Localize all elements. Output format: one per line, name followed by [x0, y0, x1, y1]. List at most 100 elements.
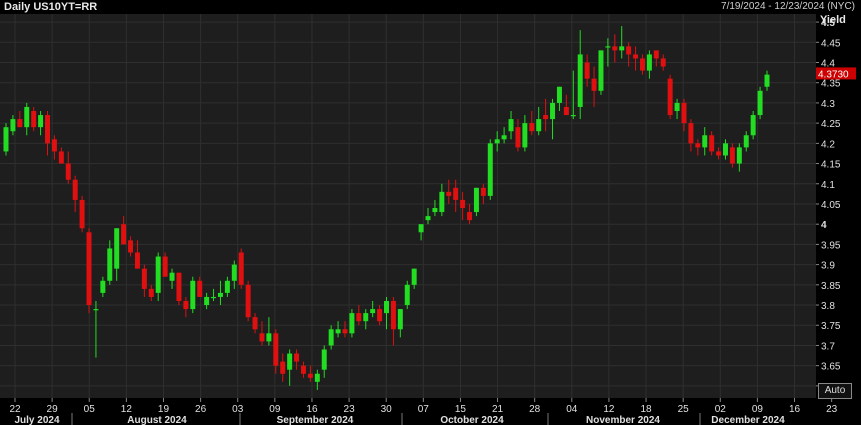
y-tick-label: 4.05	[821, 200, 841, 211]
candle-body	[328, 329, 334, 346]
chart-title: Daily US10YT=RR	[4, 1, 98, 13]
candle-body	[501, 135, 507, 140]
x-tick-label: 30	[381, 404, 393, 415]
candle-body	[619, 46, 625, 51]
candle-body	[128, 240, 134, 253]
candle-body	[384, 300, 389, 314]
candle-body	[432, 208, 438, 213]
candle-body	[335, 329, 341, 334]
candle	[487, 139, 493, 200]
candle-body	[750, 115, 756, 136]
candle-body	[695, 143, 701, 148]
candle-body	[418, 224, 424, 233]
candle	[757, 86, 763, 120]
candle-body	[148, 288, 154, 297]
x-tick-label: 28	[529, 404, 541, 415]
candle-body	[480, 187, 486, 196]
y-tick-label: 4.1	[821, 180, 835, 191]
x-tick-label: 12	[603, 404, 615, 415]
candle-body	[238, 252, 244, 285]
candle-body	[266, 333, 272, 342]
y-tick-label: 4.15	[821, 160, 841, 171]
x-tick-label: 04	[566, 404, 578, 415]
candle	[245, 280, 251, 322]
candle-body	[280, 361, 286, 374]
candle-body	[494, 139, 500, 144]
candle-body	[473, 187, 479, 213]
x-tick-label: 23	[344, 404, 356, 415]
candle-body	[190, 280, 196, 310]
x-tick-label: 07	[418, 404, 430, 415]
x-tick-label: 19	[158, 404, 170, 415]
x-tick-label: 16	[789, 404, 801, 415]
candle-body	[245, 284, 251, 318]
candle	[667, 74, 673, 120]
x-tick-label: 05	[84, 404, 96, 415]
x-tick-label: 12	[121, 404, 133, 415]
candle-body	[736, 147, 742, 164]
candle	[598, 50, 604, 95]
x-tick-label: 16	[306, 404, 318, 415]
candle-body	[716, 151, 722, 156]
candle	[473, 187, 479, 217]
candle-body	[729, 147, 735, 164]
candle-body	[321, 349, 327, 370]
x-month-label: October 2024	[440, 415, 504, 425]
x-tick-label: 18	[640, 404, 652, 415]
candle-body	[550, 102, 556, 120]
candle-body	[529, 123, 535, 132]
candle-body	[639, 58, 645, 71]
candlestick-chart[interactable]: 3.63.653.73.753.83.853.93.9544.054.14.15…	[0, 0, 861, 425]
last-price-label: 4.3730	[818, 69, 849, 80]
candle-body	[300, 365, 306, 374]
candle-body	[349, 313, 355, 334]
candle-body	[425, 216, 431, 221]
candle-body	[24, 106, 30, 128]
candle-body	[31, 111, 37, 128]
candle-body	[757, 90, 763, 116]
candle-body	[224, 280, 230, 293]
candle-body	[577, 54, 583, 107]
candle-body	[681, 102, 687, 124]
candle-body	[356, 313, 362, 322]
candle-body	[58, 151, 64, 164]
candle-body	[169, 272, 175, 281]
candle-body	[86, 232, 92, 306]
candle-body	[231, 264, 237, 281]
candle	[190, 276, 196, 314]
y-tick-label: 3.7	[821, 341, 835, 352]
candle-body	[294, 353, 300, 362]
candle-body	[141, 268, 147, 289]
candle-body	[314, 373, 320, 382]
candle	[349, 309, 355, 338]
candle-body	[556, 86, 562, 103]
y-tick-label: 3.75	[821, 321, 841, 332]
x-tick-label: 09	[752, 404, 764, 415]
candle-body	[764, 74, 770, 87]
y-tick-label: 3.65	[821, 362, 841, 373]
candle-body	[515, 127, 521, 148]
x-tick-label: 26	[195, 404, 207, 415]
candle-body	[626, 46, 632, 55]
candle-body	[397, 309, 403, 330]
y-tick-label: 4.25	[821, 119, 841, 130]
candle-body	[3, 127, 9, 152]
candle-body	[45, 115, 50, 144]
candle	[238, 248, 244, 289]
candle-body	[709, 135, 715, 152]
candle-body	[155, 256, 161, 293]
auto-scale-button[interactable]: Auto	[818, 383, 852, 399]
candle-body	[390, 300, 396, 330]
candle-body	[411, 268, 417, 285]
candle-body	[674, 102, 680, 112]
candle-body	[121, 224, 127, 245]
candle-body	[287, 353, 293, 370]
candle-body	[134, 252, 140, 269]
candle-body	[743, 135, 749, 148]
y-tick-label: 4.3	[821, 99, 835, 110]
candle	[79, 195, 85, 233]
candle-body	[114, 228, 120, 269]
x-tick-label: 15	[455, 404, 467, 415]
candle-body	[162, 256, 168, 277]
candle	[750, 111, 756, 140]
